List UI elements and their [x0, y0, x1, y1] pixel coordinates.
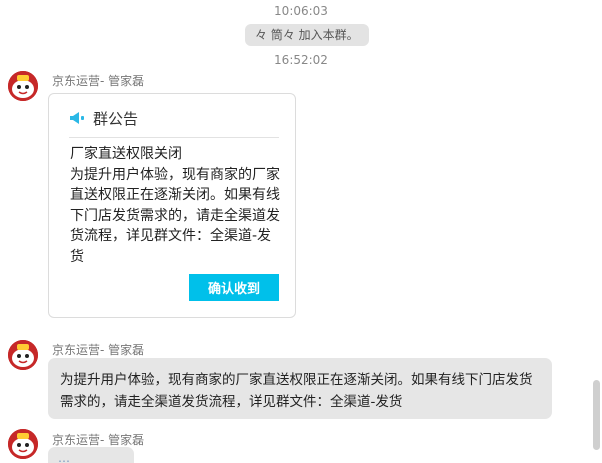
message-bubble-partial[interactable]: … — [48, 447, 134, 463]
sender-name: 京东运营- 管家磊 — [52, 343, 145, 357]
timestamp: 10:06:03 — [274, 4, 328, 18]
partial-message-text: … — [58, 451, 70, 463]
notice-body: 厂家直送权限关闭为提升用户体验，现有商家的厂家直送权限正在逐渐关闭。如果有线下门… — [70, 144, 284, 267]
system-join-message: 々 筒々 加入本群。 — [245, 24, 369, 46]
message-bubble[interactable]: 为提升用户体验，现有商家的厂家直送权限正在逐渐关闭。如果有线下门店发货需求的，请… — [48, 358, 552, 419]
megaphone-icon — [70, 112, 84, 124]
notice-header: 群公告 — [69, 106, 138, 130]
jd-mascot-avatar-icon[interactable] — [8, 429, 38, 459]
jd-mascot-avatar-icon[interactable] — [8, 340, 38, 370]
divider — [69, 137, 279, 138]
sender-name: 京东运营- 管家磊 — [52, 74, 145, 88]
confirm-received-button[interactable]: 确认收到 — [189, 274, 279, 301]
notice-headline: 厂家直送权限关闭 — [70, 146, 182, 162]
notice-text: 为提升用户体验，现有商家的厂家直送权限正在逐渐关闭。如果有线下门店发货需求的，请… — [70, 166, 280, 265]
scrollbar[interactable] — [593, 380, 600, 450]
notice-title: 群公告 — [93, 109, 139, 128]
jd-mascot-avatar-icon[interactable] — [8, 71, 38, 101]
timestamp: 16:52:02 — [274, 53, 328, 67]
group-notice-card[interactable]: 群公告 厂家直送权限关闭为提升用户体验，现有商家的厂家直送权限正在逐渐关闭。如果… — [48, 93, 296, 318]
sender-name: 京东运营- 管家磊 — [52, 433, 145, 447]
